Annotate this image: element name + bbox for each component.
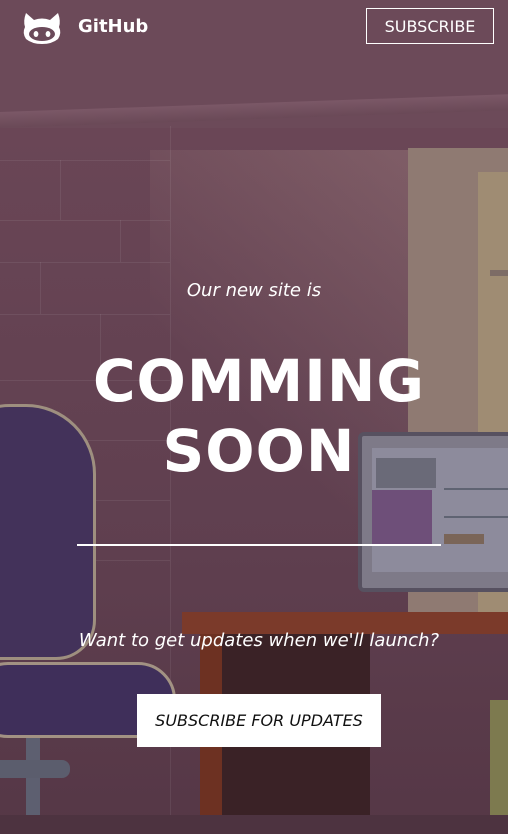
monitor-screen-panel — [372, 490, 432, 546]
github-octocat-icon[interactable] — [22, 11, 62, 45]
header: GitHub SUBSCRIBE — [0, 0, 508, 56]
brick-line — [0, 220, 170, 221]
chair-base — [0, 760, 70, 778]
subscribe-for-updates-button[interactable]: SUBSCRIBE FOR UPDATES — [137, 694, 381, 747]
brick-joint — [120, 220, 121, 262]
monitor-screen-line — [444, 488, 508, 490]
headline-line-2: SOON — [162, 417, 356, 485]
divider — [77, 544, 441, 546]
headline-line-1: COMMING — [92, 347, 426, 415]
floor — [0, 815, 508, 834]
subscribe-button[interactable]: SUBSCRIBE — [366, 8, 494, 44]
monitor-screen-line — [444, 516, 508, 518]
intro-text: Our new site is — [186, 280, 322, 301]
brick-line — [0, 160, 170, 161]
brick-line — [0, 262, 170, 263]
brick-joint — [60, 160, 61, 220]
window-bar — [490, 270, 508, 276]
green-wall — [490, 700, 508, 834]
monitor-screen-line — [444, 534, 484, 544]
brick-line — [0, 314, 170, 315]
brand-name[interactable]: GitHub — [78, 16, 148, 37]
headline: COMMING SOON — [0, 346, 508, 486]
updates-prompt: Want to get updates when we'll launch? — [78, 630, 440, 651]
